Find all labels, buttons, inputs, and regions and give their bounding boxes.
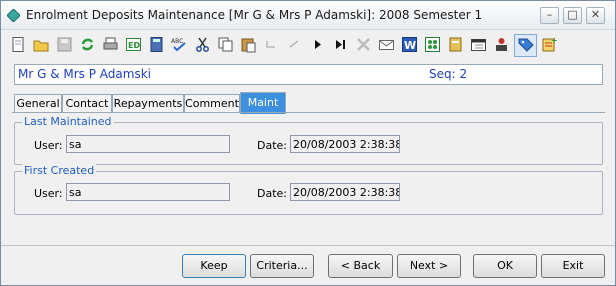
first-created-group: First Created User: sa Date: 20/08/2003 … bbox=[14, 164, 603, 215]
notes-add-icon[interactable]: + bbox=[541, 36, 558, 53]
people-icon[interactable] bbox=[493, 36, 510, 53]
undo-icon[interactable] bbox=[263, 36, 280, 53]
copy-icon[interactable] bbox=[217, 36, 234, 53]
calendar-icon[interactable] bbox=[470, 36, 487, 53]
first-created-date-label: Date: bbox=[257, 187, 287, 200]
folder-icon[interactable] bbox=[447, 36, 464, 53]
redo-icon[interactable] bbox=[286, 36, 303, 53]
email-icon[interactable] bbox=[378, 36, 395, 53]
word-icon[interactable]: W bbox=[401, 36, 418, 53]
new-icon[interactable] bbox=[10, 36, 27, 53]
record-seq: Seq: 2 bbox=[429, 67, 468, 81]
keep-button[interactable]: Keep bbox=[182, 254, 246, 278]
refresh-icon[interactable] bbox=[79, 36, 96, 53]
calculator-icon[interactable] bbox=[148, 36, 165, 53]
last-record-icon[interactable] bbox=[332, 36, 349, 53]
criteria-button[interactable]: Criteria... bbox=[250, 254, 314, 278]
minimize-button[interactable]: – bbox=[540, 7, 559, 24]
tab-contact[interactable]: Contact bbox=[62, 94, 112, 113]
svg-text:W: W bbox=[404, 39, 416, 52]
first-created-user-label: User: bbox=[34, 187, 63, 200]
last-maintained-group: Last Maintained User: sa Date: 20/08/200… bbox=[14, 115, 603, 165]
ok-button[interactable]: OK bbox=[473, 254, 537, 278]
edit-icon[interactable]: ED bbox=[125, 36, 142, 53]
tab-repayments[interactable]: Repayments bbox=[112, 94, 184, 113]
back-button[interactable]: < Back bbox=[328, 254, 393, 278]
tag-icon[interactable] bbox=[514, 34, 537, 57]
svg-text:ED: ED bbox=[128, 41, 140, 50]
open-icon[interactable] bbox=[33, 36, 50, 53]
save-icon[interactable] bbox=[56, 36, 73, 53]
paste-icon[interactable] bbox=[240, 36, 257, 53]
spreadsheet-icon[interactable] bbox=[424, 36, 441, 53]
last-maintained-user-field[interactable]: sa bbox=[66, 135, 230, 153]
delete-icon[interactable] bbox=[355, 36, 372, 53]
next-record-icon[interactable] bbox=[309, 36, 326, 53]
cut-icon[interactable] bbox=[194, 36, 211, 53]
record-name: Mr G & Mrs P Adamski bbox=[18, 67, 151, 81]
spellcheck-icon[interactable]: ABC bbox=[171, 36, 188, 53]
main-window: Enrolment Deposits Maintenance [Mr G & M… bbox=[0, 0, 616, 286]
last-maintained-title: Last Maintained bbox=[22, 115, 114, 128]
close-button[interactable]: ✕ bbox=[586, 7, 605, 24]
last-maintained-user-label: User: bbox=[34, 139, 63, 152]
last-maintained-date-label: Date: bbox=[257, 139, 287, 152]
app-icon bbox=[7, 9, 20, 22]
last-maintained-date-field[interactable]: 20/08/2003 2:38:38 P bbox=[290, 135, 400, 153]
toolbar: ED ABC W + bbox=[1, 30, 615, 60]
svg-text:ABC: ABC bbox=[171, 38, 183, 45]
print-icon[interactable] bbox=[102, 36, 119, 53]
exit-button[interactable]: Exit bbox=[541, 254, 605, 278]
window-title: Enrolment Deposits Maintenance [Mr G & M… bbox=[26, 8, 483, 22]
tab-maint[interactable]: Maint bbox=[240, 92, 286, 114]
title-bar: Enrolment Deposits Maintenance [Mr G & M… bbox=[1, 1, 615, 30]
first-created-user-field[interactable]: sa bbox=[66, 183, 230, 201]
record-header: Mr G & Mrs P Adamski Seq: 2 bbox=[14, 64, 603, 85]
tab-comment[interactable]: Comment bbox=[184, 94, 240, 113]
first-created-date-field[interactable]: 20/08/2003 2:38:38 P bbox=[290, 183, 400, 201]
next-button[interactable]: Next > bbox=[397, 254, 461, 278]
button-separator bbox=[1, 245, 615, 246]
maximize-button[interactable]: □ bbox=[563, 7, 582, 24]
first-created-title: First Created bbox=[22, 164, 97, 177]
svg-text:+: + bbox=[551, 36, 558, 45]
tab-general[interactable]: General bbox=[14, 94, 62, 113]
